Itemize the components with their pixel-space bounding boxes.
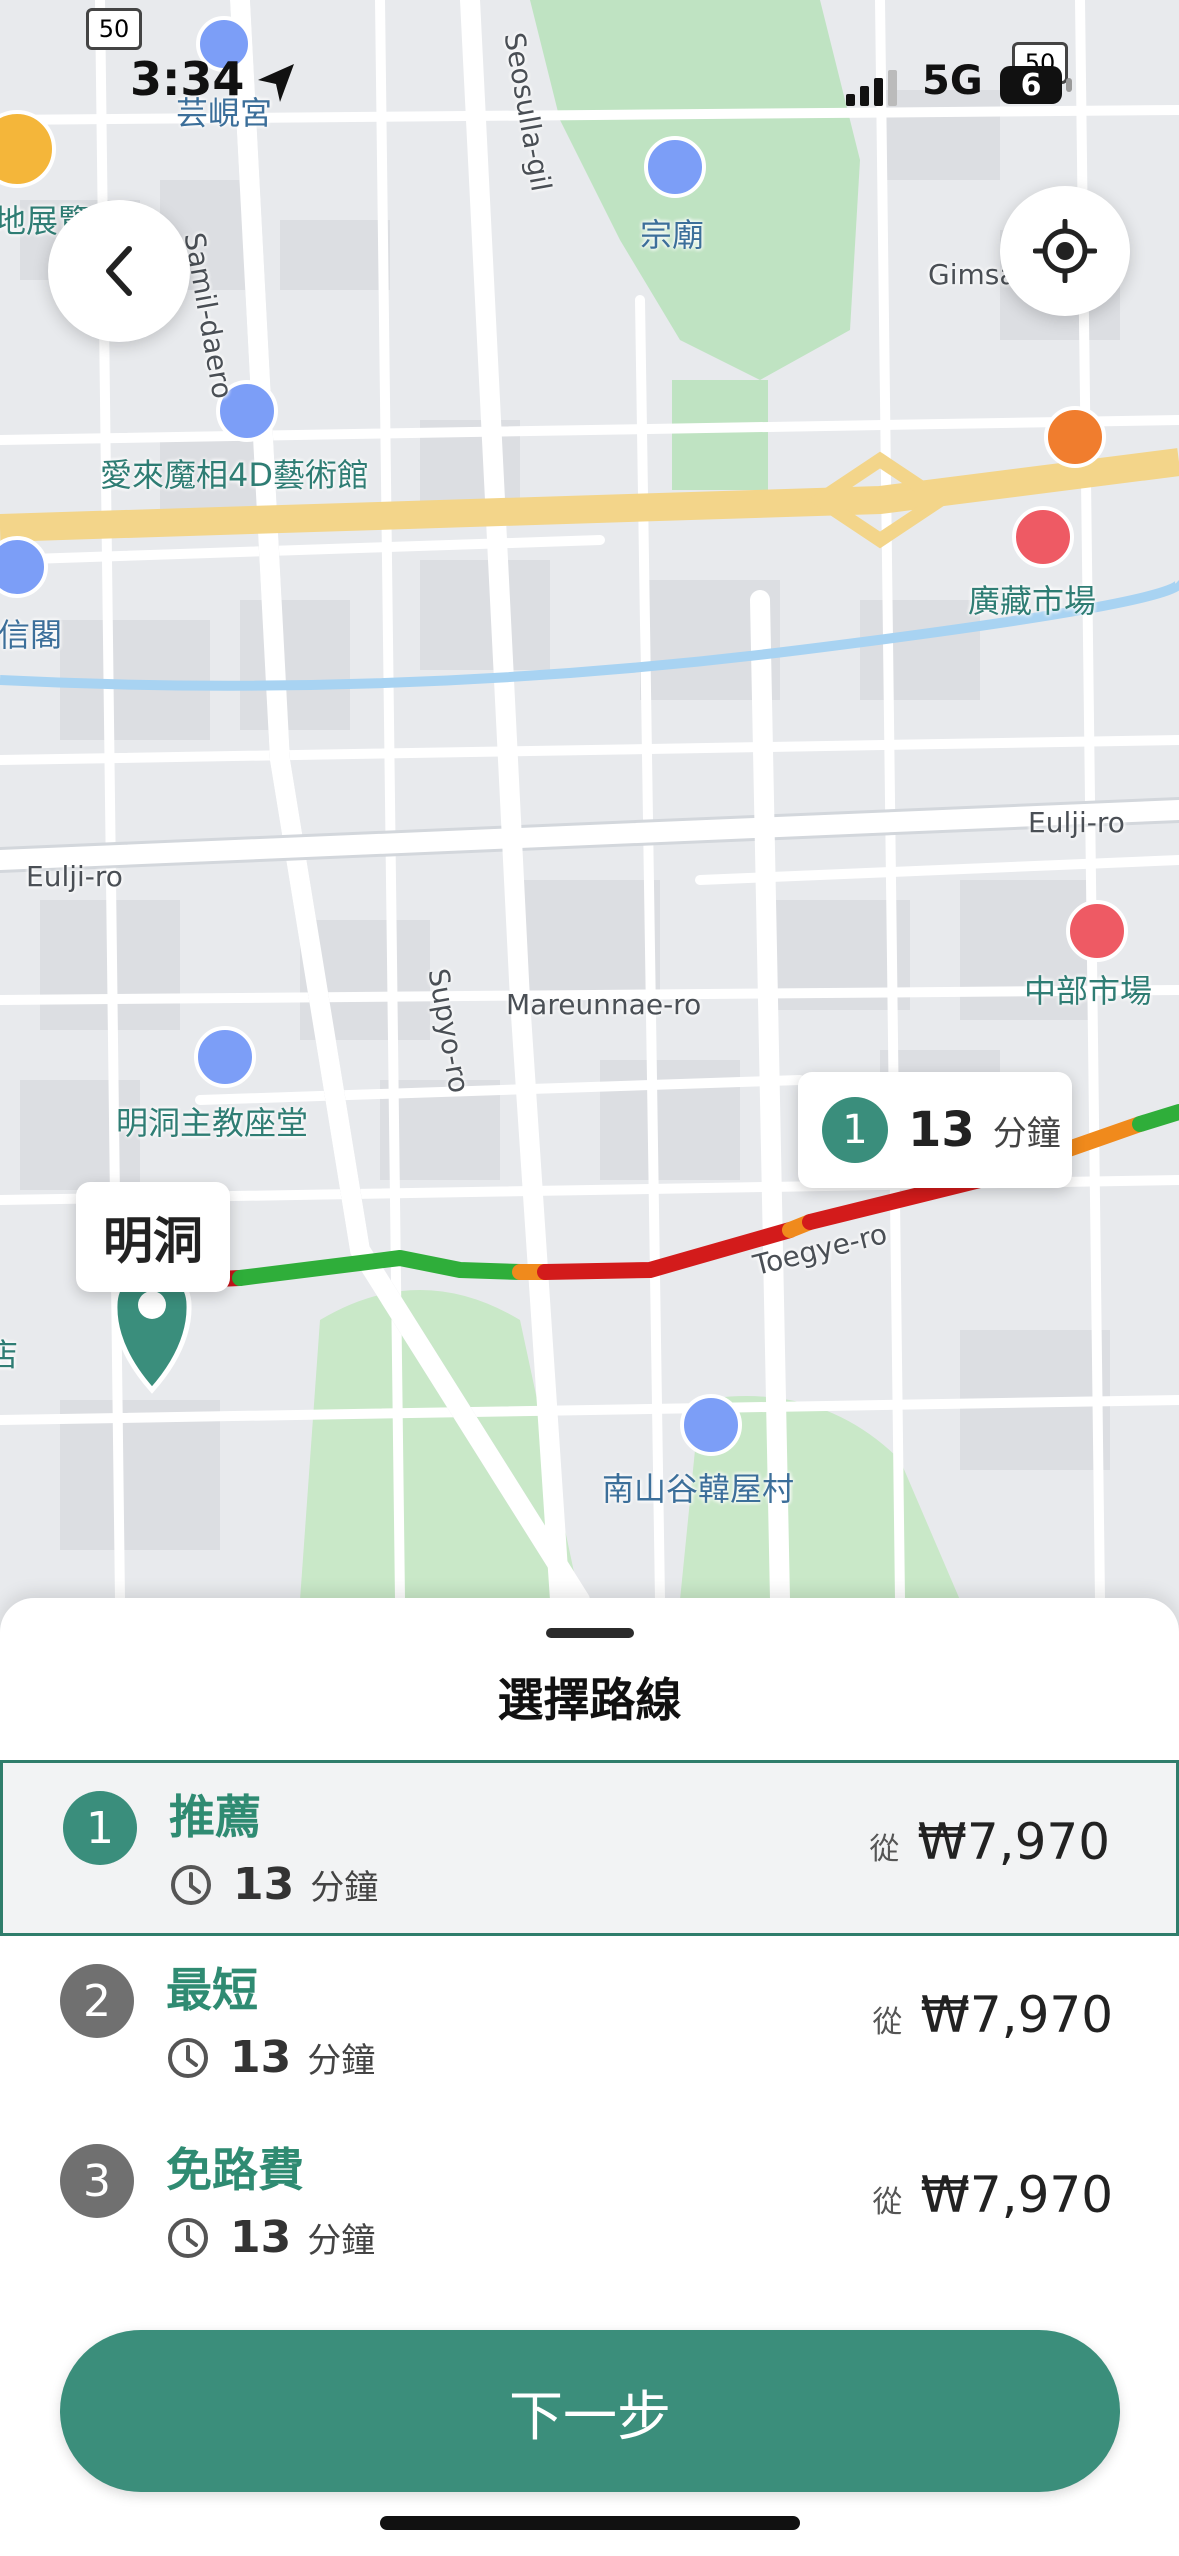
route-option-shortest[interactable]: 2 最短 13 分鐘 從 ₩7,970 — [0, 1936, 1179, 2112]
sheet-drag-handle[interactable] — [546, 1628, 634, 1638]
route-option-recommended[interactable]: 1 推薦 13 分鐘 從 ₩7,970 — [0, 1760, 1179, 1936]
back-arrow-icon — [106, 246, 132, 296]
route-name: 最短 — [166, 1963, 258, 2017]
poi-label[interactable]: 信閣 — [0, 610, 62, 656]
sheet-title: 選擇路線 — [497, 1673, 682, 1727]
clock-icon — [168, 2217, 208, 2258]
route-minutes: 13 — [233, 1859, 295, 1910]
poi-pin-icon[interactable] — [194, 1026, 256, 1088]
route-number-badge: 2 — [60, 1964, 134, 2038]
origin-label[interactable]: 明洞 — [76, 1182, 230, 1292]
battery-cap — [1066, 78, 1072, 92]
route-duration: 13 分鐘 — [166, 2212, 375, 2263]
route-minutes-unit: 分鐘 — [307, 2221, 376, 2261]
route-name: 免路費 — [166, 2143, 304, 2197]
road-label: Mareunnae-ro — [506, 988, 702, 1021]
location-arrow-icon — [258, 64, 294, 102]
route-minutes: 13 — [230, 2212, 292, 2263]
route-price: 從 ₩7,970 — [872, 1986, 1113, 2044]
poi-label[interactable]: 店 — [0, 1330, 18, 1376]
museum-icon[interactable] — [680, 1394, 742, 1456]
back-button[interactable] — [48, 200, 190, 342]
route-price: 從 ₩7,970 — [872, 2166, 1113, 2224]
route-time-bubble[interactable]: 1 13 分鐘 — [798, 1072, 1072, 1188]
home-indicator[interactable] — [380, 2516, 800, 2530]
price-amount: ₩7,970 — [920, 2166, 1113, 2224]
price-from-label: 從 — [869, 1832, 900, 1867]
clock-icon — [168, 2037, 208, 2078]
price-from-label: 從 — [872, 2005, 903, 2040]
road-label: Eulji-ro — [26, 860, 123, 893]
route-price: 從 ₩7,970 — [869, 1813, 1110, 1871]
poi-label[interactable]: 宗廟 — [640, 210, 704, 256]
route-bubble-minutes: 13 — [908, 1102, 975, 1158]
poi-label[interactable]: 廣藏市場 — [968, 576, 1096, 622]
road-label: Eulji-ro — [1028, 806, 1125, 839]
poi-pin-icon[interactable] — [644, 136, 706, 198]
route-name: 推薦 — [169, 1790, 261, 1844]
origin-label-text: 明洞 — [103, 1212, 203, 1270]
poi-label[interactable]: 愛來魔相4D藝術館 — [100, 450, 369, 496]
locate-icon — [1033, 219, 1097, 283]
status-time: 3:34 — [130, 52, 245, 106]
road-sign-50: 50 — [86, 8, 142, 50]
price-amount: ₩7,970 — [920, 1986, 1113, 2044]
route-number-badge: 3 — [60, 2144, 134, 2218]
battery-level: 6 — [1020, 67, 1042, 103]
next-step-label: 下一步 — [509, 2384, 671, 2448]
network-type: 5G — [922, 58, 983, 104]
restaurant-icon[interactable] — [1044, 406, 1106, 468]
shopping-icon[interactable] — [1012, 506, 1074, 568]
locate-button[interactable] — [1000, 186, 1130, 316]
shopping-icon[interactable] — [1066, 900, 1128, 962]
price-amount: ₩7,970 — [917, 1813, 1110, 1871]
poi-label[interactable]: 明洞主教座堂 — [116, 1098, 308, 1144]
route-duration: 13 分鐘 — [169, 1859, 378, 1910]
poi-label[interactable]: 南山谷韓屋村 — [602, 1464, 794, 1510]
poi-label[interactable]: 中部市場 — [1024, 966, 1152, 1012]
route-number-badge: 1 — [63, 1791, 137, 1865]
route-minutes-unit: 分鐘 — [310, 1868, 379, 1908]
route-minutes: 13 — [230, 2032, 292, 2083]
route-bubble-unit: 分鐘 — [992, 1113, 1061, 1154]
route-minutes-unit: 分鐘 — [307, 2041, 376, 2081]
price-from-label: 從 — [872, 2185, 903, 2220]
route-option-toll-free[interactable]: 3 免路費 13 分鐘 從 ₩7,970 — [0, 2116, 1179, 2292]
signal-icon — [846, 70, 897, 106]
clock-icon — [171, 1864, 211, 1905]
battery-icon: 6 — [1000, 66, 1062, 104]
route-number-badge: 1 — [822, 1097, 888, 1163]
route-duration: 13 分鐘 — [166, 2032, 375, 2083]
next-step-button[interactable]: 下一步 — [60, 2330, 1120, 2492]
